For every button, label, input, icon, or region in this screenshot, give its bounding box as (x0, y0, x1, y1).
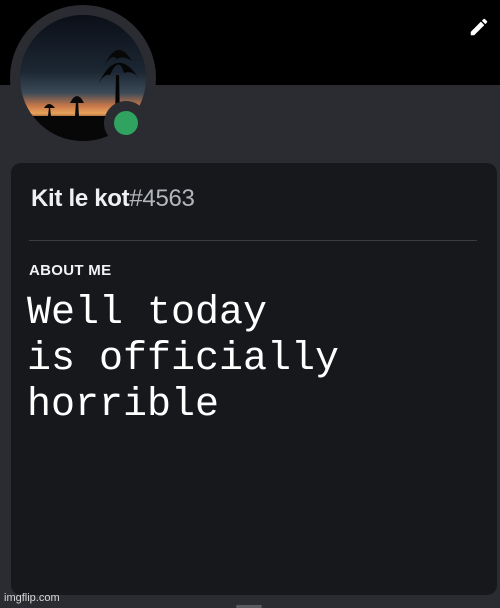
display-name: Kit le kot (31, 185, 130, 212)
profile-card: Kit le kot#4563 ABOUT ME Well today is o… (11, 163, 497, 595)
online-status-indicator (114, 111, 138, 135)
edit-profile-button[interactable] (466, 14, 492, 40)
watermark: imgflip.com (4, 592, 60, 604)
pencil-icon (470, 18, 488, 36)
about-me-heading: ABOUT ME (29, 262, 112, 279)
about-me-text: Well today is officially horrible (27, 291, 340, 428)
username: Kit le kot#4563 (31, 185, 195, 213)
discriminator: #4563 (129, 185, 195, 212)
divider (29, 240, 477, 241)
